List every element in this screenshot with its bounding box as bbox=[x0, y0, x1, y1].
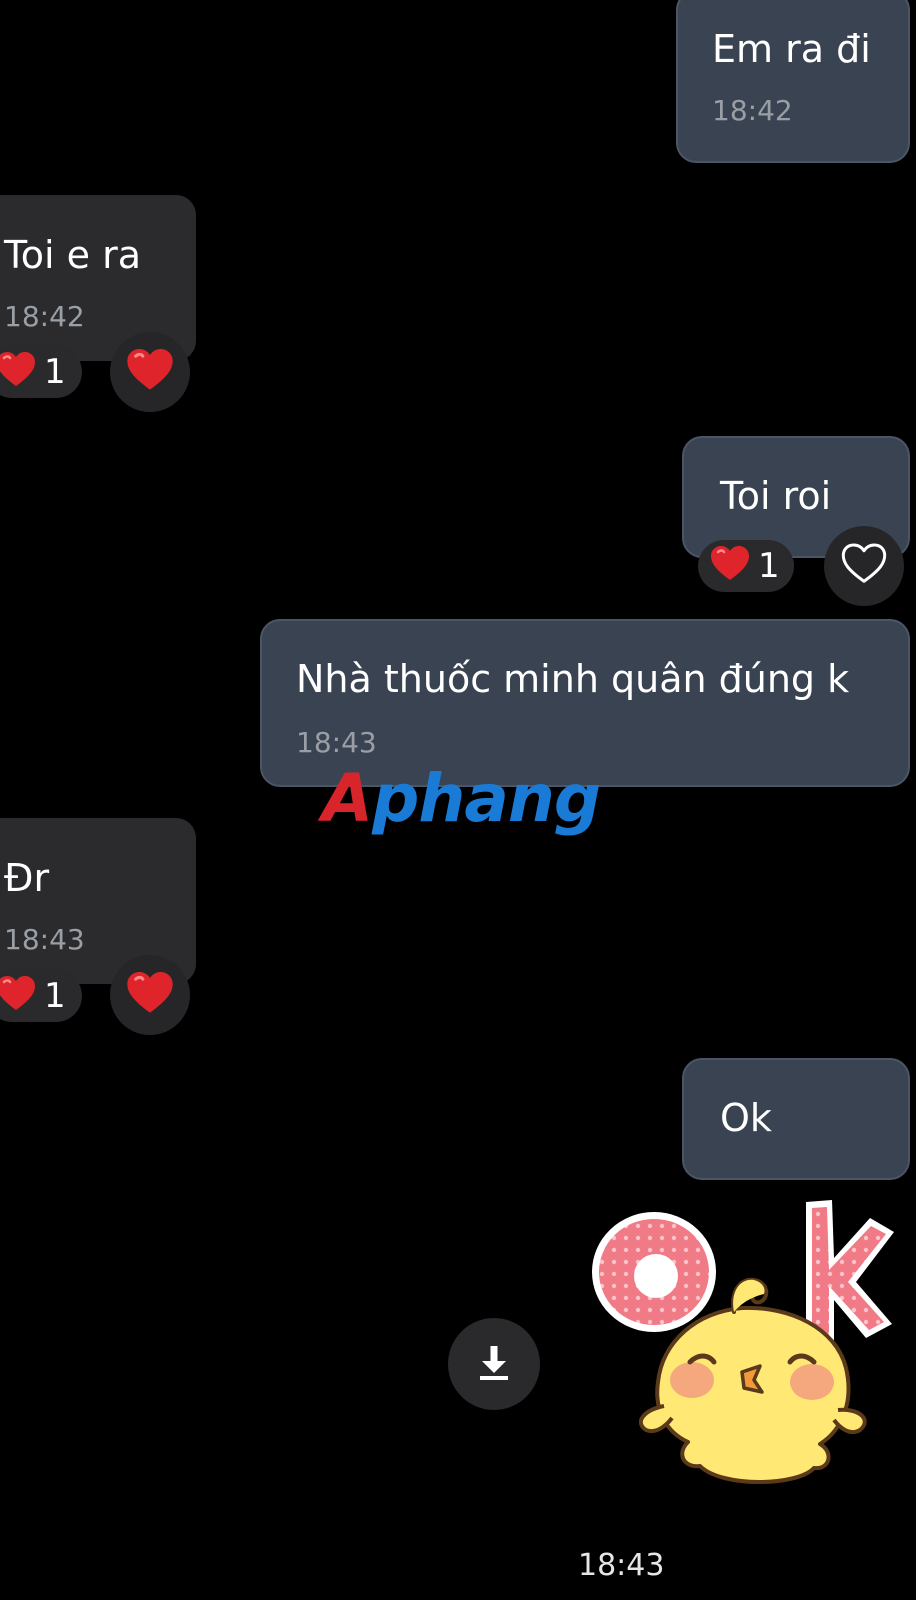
reaction-summary[interactable]: 1 bbox=[0, 346, 82, 398]
message-text: Đr bbox=[4, 856, 50, 900]
sticker-time: 18:43 bbox=[578, 1548, 665, 1583]
watermark-logo: Aphang bbox=[322, 760, 601, 837]
download-icon bbox=[474, 1342, 514, 1386]
react-button[interactable] bbox=[110, 955, 190, 1035]
ok-chick-sticker[interactable] bbox=[584, 1196, 904, 1506]
watermark-text: phang bbox=[372, 760, 601, 837]
react-button[interactable] bbox=[110, 332, 190, 412]
watermark-letter: A bbox=[322, 760, 373, 837]
message-time: 18:42 bbox=[712, 94, 793, 127]
red-heart-icon bbox=[710, 546, 750, 586]
reaction-summary[interactable]: 1 bbox=[0, 970, 82, 1022]
message-bubble-sent[interactable]: Em ra đi 18:42 bbox=[676, 0, 910, 163]
red-heart-icon bbox=[0, 976, 36, 1016]
message-text: Nhà thuốc minh quân đúng k bbox=[296, 657, 850, 701]
message-text: Em ra đi bbox=[712, 27, 871, 71]
message-text: Toi roi bbox=[720, 474, 832, 518]
red-heart-icon bbox=[0, 352, 36, 392]
message-time: 18:43 bbox=[296, 726, 377, 759]
message-text: Toi e ra bbox=[4, 233, 142, 277]
message-bubble-sent[interactable]: Ok bbox=[682, 1058, 910, 1180]
reaction-summary[interactable]: 1 bbox=[698, 540, 794, 592]
reaction-count: 1 bbox=[758, 546, 780, 586]
message-time: 18:42 bbox=[4, 300, 85, 333]
reaction-count: 1 bbox=[44, 352, 66, 392]
download-button[interactable] bbox=[448, 1318, 540, 1410]
red-heart-icon bbox=[126, 348, 174, 396]
reaction-count: 1 bbox=[44, 976, 66, 1016]
message-text: Ok bbox=[720, 1096, 772, 1140]
react-button[interactable] bbox=[824, 526, 904, 606]
heart-outline-icon bbox=[841, 543, 887, 589]
message-time: 18:43 bbox=[4, 923, 85, 956]
red-heart-icon bbox=[126, 971, 174, 1019]
